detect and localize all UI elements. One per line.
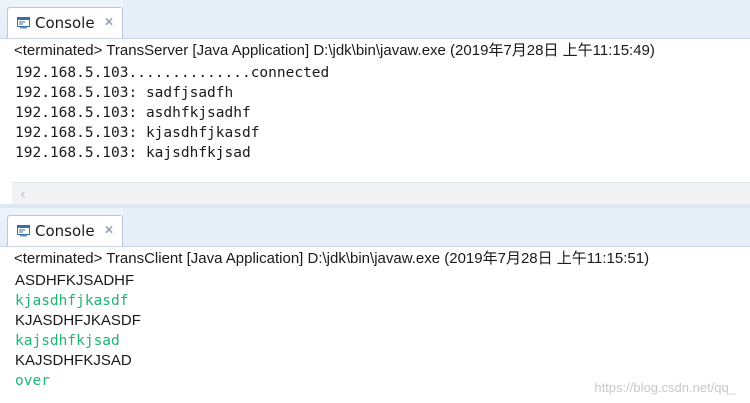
close-icon[interactable]: ✕ (102, 222, 116, 238)
input-echo-line: kjasdhfjkasdf (15, 293, 129, 309)
server-output-area[interactable]: 192.168.5.103..............connected 192… (0, 63, 750, 163)
server-console-tab-strip: Console ✕ (0, 0, 750, 39)
output-line: 192.168.5.103..............connected (15, 65, 330, 81)
client-status-line: <terminated> TransClient [Java Applicati… (14, 250, 650, 267)
chevron-left-icon[interactable]: ‹ (16, 186, 30, 202)
output-line: 192.168.5.103: asdhfkjsadhf (15, 105, 251, 121)
output-line: KJASDHFJKASDF (15, 312, 141, 329)
server-status-line: <terminated> TransServer [Java Applicati… (14, 42, 655, 59)
close-icon[interactable]: ✕ (102, 14, 116, 30)
output-line: KAJSDHFKJSAD (15, 352, 132, 369)
server-console-tab-label: Console (35, 14, 95, 32)
server-console-tab[interactable]: Console ✕ (7, 7, 123, 38)
server-console-panel: Console ✕ <terminated> TransServer [Java… (0, 0, 750, 208)
output-line: 192.168.5.103: sadfjsadfh (15, 85, 234, 101)
client-console-tab-strip: Console ✕ (0, 208, 750, 247)
watermark: https://blog.csdn.net/qq_ (594, 380, 736, 395)
console-icon (17, 225, 30, 237)
client-console-panel: Console ✕ <terminated> TransClient [Java… (0, 208, 750, 403)
client-console-tab[interactable]: Console ✕ (7, 215, 123, 246)
client-console-tab-label: Console (35, 222, 95, 240)
output-line: 192.168.5.103: kajsdhfkjsad (15, 145, 251, 161)
output-line: 192.168.5.103: kjasdhfjkasdf (15, 125, 260, 141)
console-icon (17, 17, 30, 29)
horizontal-scrollbar[interactable]: ‹ (12, 182, 750, 205)
output-line: ASDHFKJSADHF (15, 272, 135, 289)
input-echo-line: kajsdhfkjsad (15, 333, 120, 349)
client-output-area[interactable]: ASDHFKJSADHF kjasdhfjkasdf KJASDHFJKASDF… (0, 271, 750, 391)
